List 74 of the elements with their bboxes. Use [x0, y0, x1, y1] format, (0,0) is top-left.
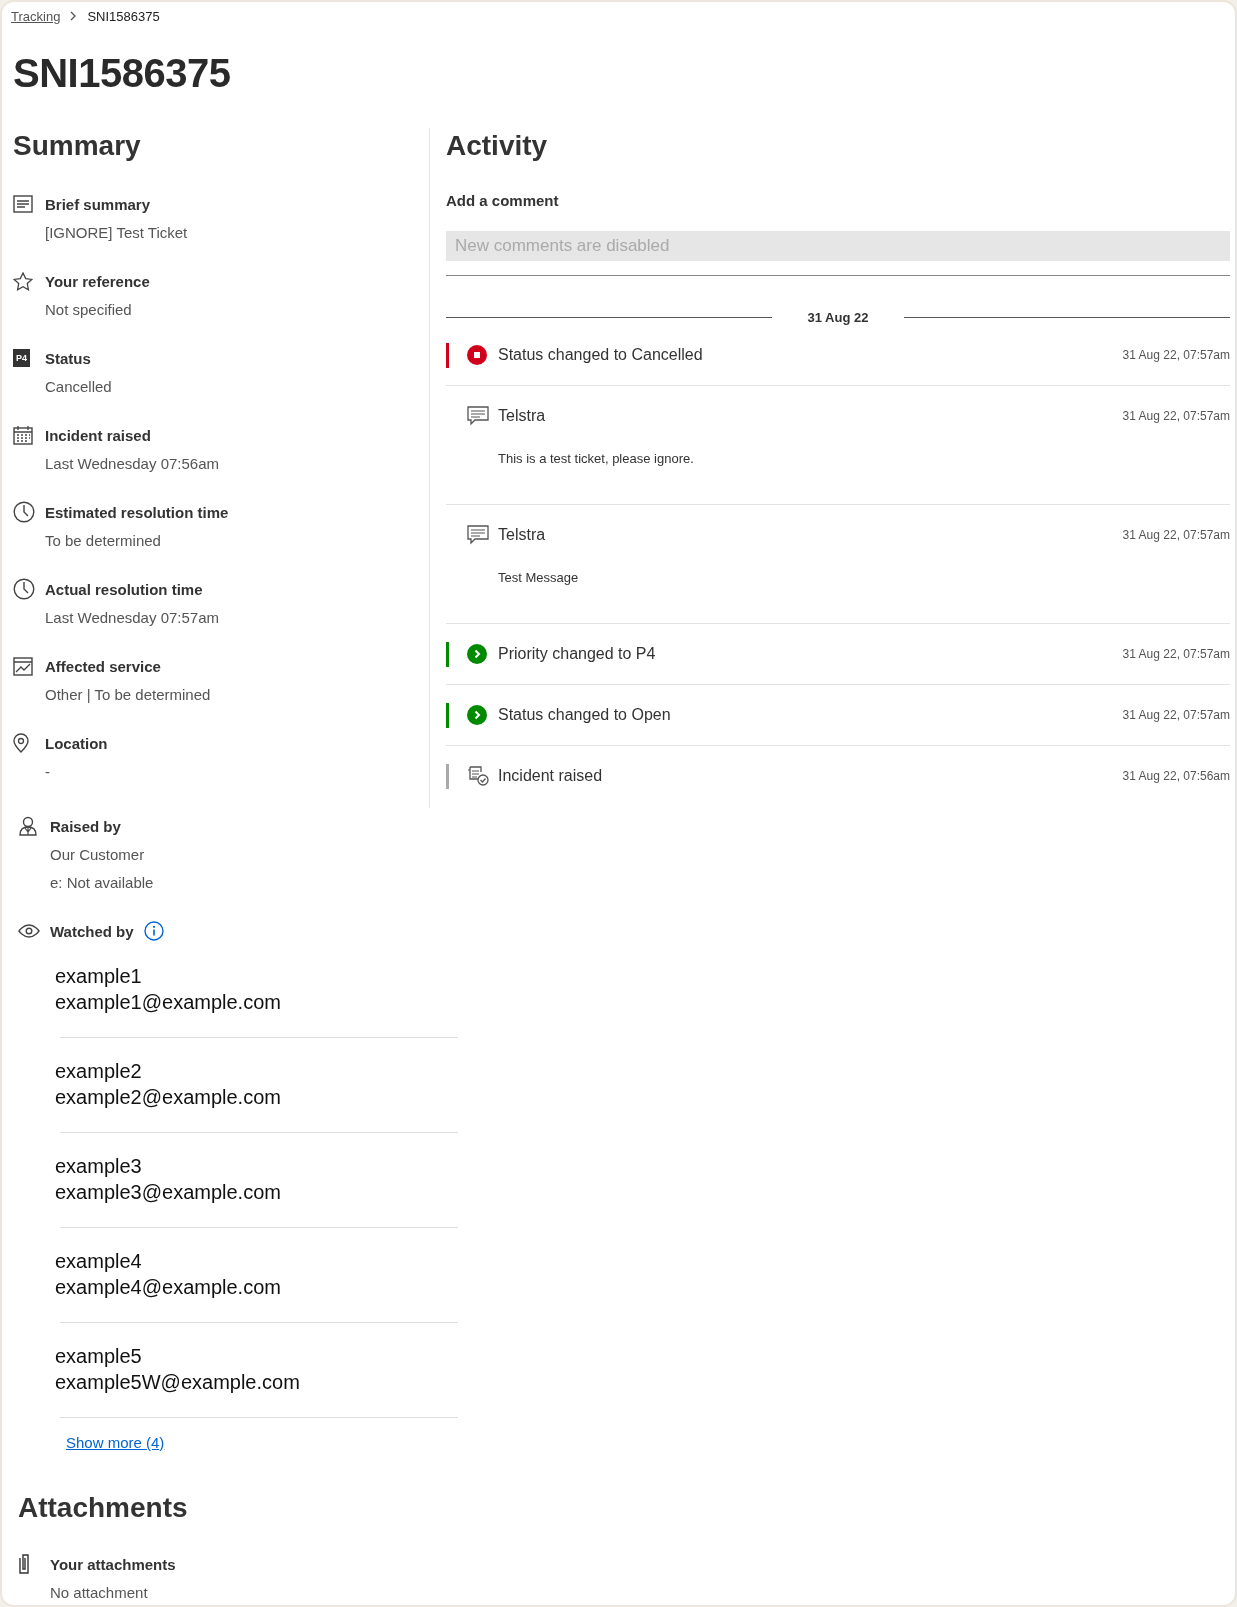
field-label: Affected service — [45, 657, 161, 675]
document-check-icon — [467, 766, 489, 786]
field-value: [IGNORE] Test Ticket — [45, 223, 189, 243]
breadcrumb-link[interactable]: Tracking — [11, 8, 61, 24]
watcher-email: example3@example.com — [55, 1180, 282, 1205]
field-value: Cancelled — [45, 377, 113, 397]
priority-badge: P4 — [13, 349, 30, 367]
field-value: Other | To be determined — [45, 685, 212, 705]
activity-time: 31 Aug 22, 07:57am — [1122, 528, 1230, 542]
comment-label: Add a comment — [446, 192, 560, 209]
activity-title: Incident raised — [498, 767, 604, 785]
section-heading: Summary — [13, 129, 142, 163]
watcher-email: example5W@example.com — [55, 1370, 301, 1395]
chevron-icon — [70, 11, 78, 21]
location-pin-icon — [13, 733, 29, 753]
field-label: Estimated resolution time — [45, 503, 229, 521]
field-value: Last Wednesday 07:57am — [45, 608, 220, 628]
comment-text: Test Message — [498, 570, 580, 585]
document-icon — [13, 195, 33, 213]
activity-title: Telstra — [498, 407, 547, 425]
field-value: Not specified — [45, 300, 133, 320]
show-more-link[interactable]: Show more (4) — [66, 1434, 165, 1451]
activity-title: Status changed to Open — [498, 706, 672, 724]
star-icon — [13, 271, 33, 291]
paperclip-icon — [18, 1554, 30, 1574]
activity-time: 31 Aug 22, 07:57am — [1122, 708, 1230, 722]
watcher-name: example4 — [55, 1249, 143, 1274]
stop-icon — [467, 345, 487, 365]
field-value: - — [45, 762, 51, 782]
field-value: Last Wednesday 07:56am — [45, 454, 220, 474]
activity-time: 31 Aug 22, 07:56am — [1122, 769, 1230, 783]
calendar-icon — [13, 425, 33, 445]
activity-title: Status changed to Cancelled — [498, 346, 704, 364]
activity-time: 31 Aug 22, 07:57am — [1122, 409, 1230, 423]
activity-time: 31 Aug 22, 07:57am — [1122, 348, 1230, 362]
watcher-email: example2@example.com — [55, 1085, 282, 1110]
section-heading: Activity — [446, 129, 549, 163]
chart-icon — [13, 656, 33, 676]
clock-icon — [13, 578, 35, 600]
field-label: Watched by — [50, 922, 134, 940]
field-label: Incident raised — [45, 426, 151, 444]
field-label: Raised by — [50, 817, 121, 835]
breadcrumb-current: SNI1586375 — [87, 8, 160, 24]
watcher-name: example1 — [55, 964, 143, 989]
field-label: Actual resolution time — [45, 580, 203, 598]
field-label: Location — [45, 734, 108, 752]
chevron-circle-icon — [467, 644, 487, 664]
info-icon[interactable] — [143, 921, 164, 941]
message-icon — [467, 406, 489, 426]
activity-title: Priority changed to P4 — [498, 645, 657, 663]
comment-text: This is a test ticket, please ignore. — [498, 451, 695, 466]
watcher-name: example3 — [55, 1154, 143, 1179]
activity-time: 31 Aug 22, 07:57am — [1122, 647, 1230, 661]
field-value: No attachment — [50, 1583, 149, 1603]
date-divider-label: 31 Aug 22 — [807, 310, 869, 325]
watcher-email: example1@example.com — [55, 990, 282, 1015]
field-value: Our Customer — [50, 845, 146, 865]
field-label: Status — [45, 349, 91, 367]
section-heading: Attachments — [18, 1491, 189, 1525]
field-value: To be determined — [45, 531, 162, 551]
message-icon — [467, 525, 489, 545]
chevron-circle-icon — [467, 705, 487, 725]
watcher-name: example5 — [55, 1344, 143, 1369]
field-value: e: Not available — [50, 873, 155, 893]
person-icon — [18, 816, 38, 836]
watcher-name: example2 — [55, 1059, 143, 1084]
clock-icon — [13, 501, 35, 523]
eye-icon — [18, 924, 40, 938]
field-label: Your reference — [45, 272, 150, 290]
field-label: Your attachments — [50, 1555, 176, 1573]
watcher-email: example4@example.com — [55, 1275, 282, 1300]
field-label: Brief summary — [45, 195, 151, 213]
activity-title: Telstra — [498, 526, 547, 544]
ticket-title: SNI1586375 — [13, 50, 232, 96]
